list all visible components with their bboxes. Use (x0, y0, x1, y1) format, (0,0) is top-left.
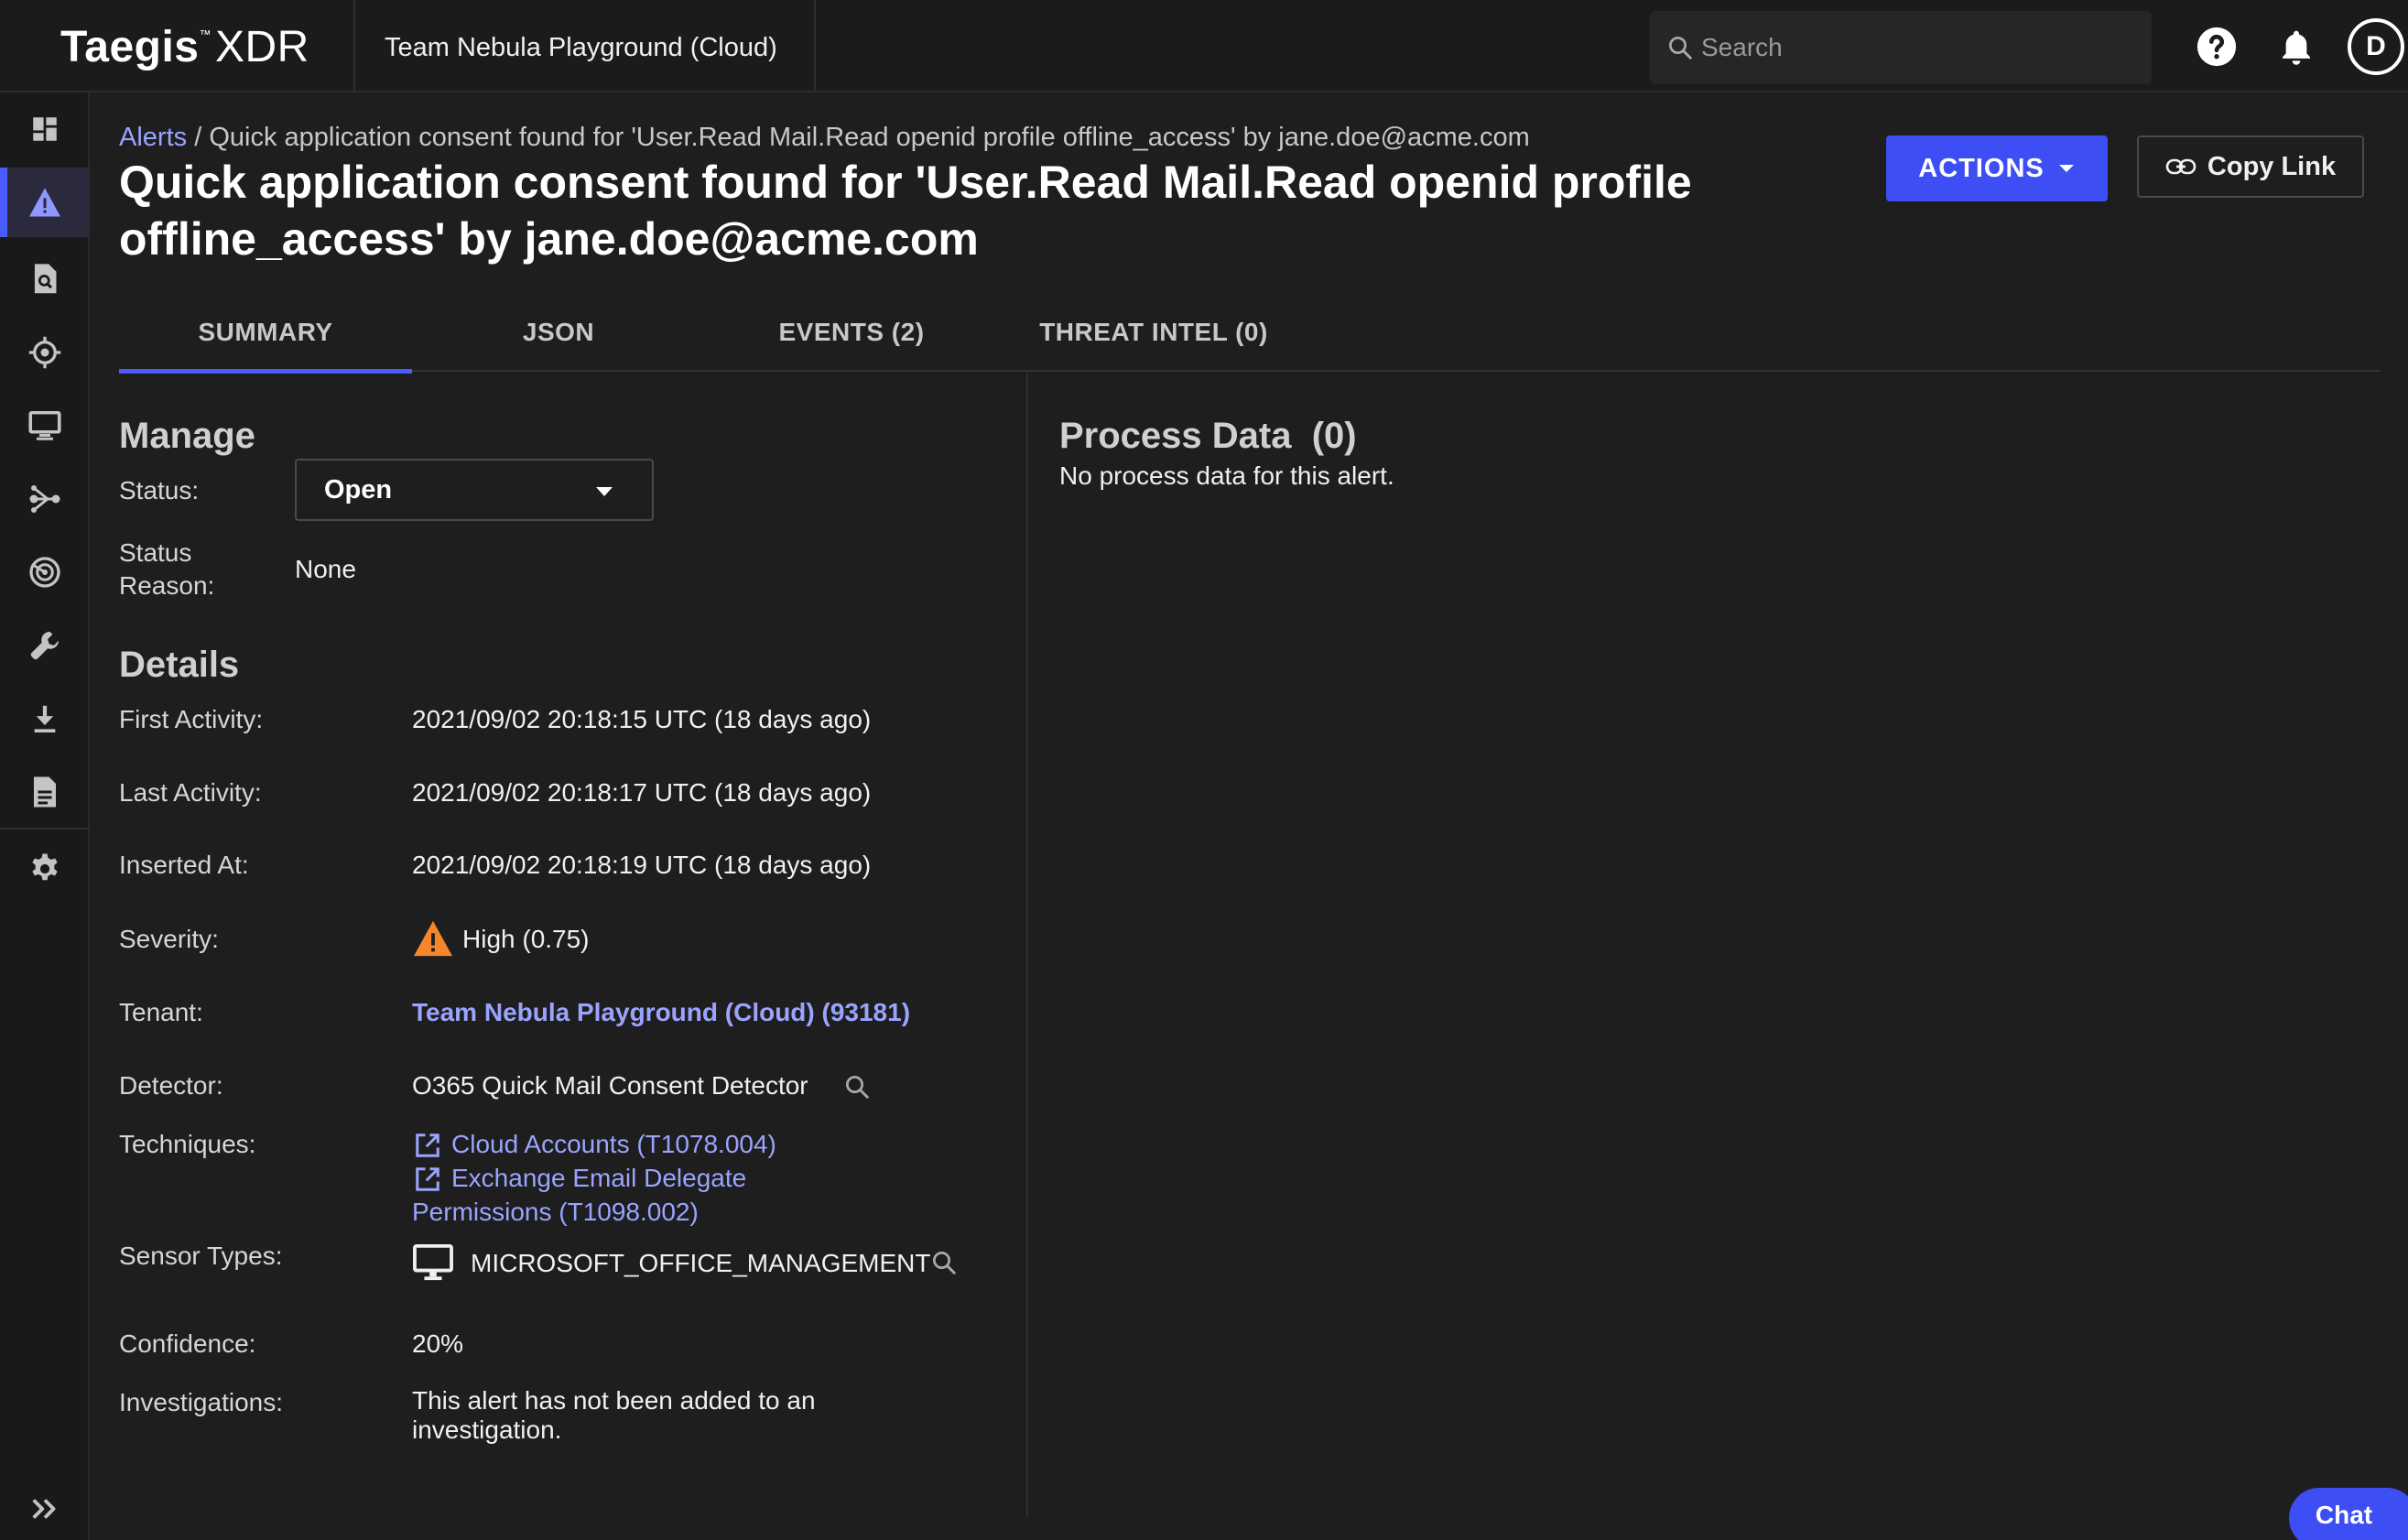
sensor-type-value: MICROSOFT_OFFICE_MANAGEMENT (471, 1249, 931, 1277)
page-title: Quick application consent found for 'Use… (119, 157, 1692, 265)
last-activity-value: 2021/09/02 20:18:17 UTC (18 days ago) (412, 778, 872, 807)
techniques-label: Techniques: (119, 1130, 256, 1158)
technique-exchange-delegate-link[interactable]: Exchange Email Delegate (451, 1162, 746, 1195)
link-icon (2165, 158, 2196, 175)
breadcrumb-current: Quick application consent found for 'Use… (209, 123, 1530, 152)
wrench-icon (30, 632, 60, 660)
actions-button[interactable]: ACTIONS (1886, 136, 2108, 201)
expand-nav-chevrons-icon[interactable] (31, 1496, 59, 1522)
search-input[interactable] (1701, 27, 2131, 68)
brand-logo[interactable]: Taegis™XDR (60, 22, 309, 72)
nav-alerts[interactable] (0, 168, 90, 237)
dashboard-icon (33, 117, 57, 141)
download-icon (34, 705, 56, 733)
tenant-switcher[interactable]: Team Nebula Playground (Cloud) (385, 33, 777, 63)
nav-dashboard[interactable] (0, 94, 90, 164)
breadcrumb-separator: / (187, 123, 210, 152)
confidence-value: 20% (412, 1329, 464, 1358)
alert-triangle-icon (29, 188, 60, 217)
breadcrumb: Alerts / Quick application consent found… (119, 123, 1530, 153)
nav-automations[interactable] (0, 464, 90, 534)
external-link-icon (416, 1167, 439, 1191)
search-icon[interactable] (843, 1073, 871, 1101)
nav-threat-hunting[interactable] (0, 318, 90, 387)
caret-down-icon (2058, 165, 2074, 172)
inserted-at-value: 2021/09/02 20:18:19 UTC (18 days ago) (412, 851, 872, 879)
user-avatar[interactable]: D (2348, 18, 2404, 75)
status-select[interactable]: Open (295, 459, 654, 521)
copy-link-button[interactable]: Copy Link (2137, 136, 2364, 198)
process-data-heading: Process Data (0) (1059, 416, 1357, 456)
first-activity-label: First Activity: (119, 705, 264, 733)
nav-intelligence[interactable] (0, 537, 90, 607)
alert-tabs: SUMMARY JSON EVENTS (2) THREAT INTEL (0) (119, 293, 2381, 374)
investigations-label: Investigations: (119, 1388, 283, 1416)
tab-events[interactable]: EVENTS (2) (705, 293, 998, 372)
document-search-icon (34, 264, 57, 294)
inserted-at-label: Inserted At: (119, 851, 249, 879)
technique-cloud-accounts-link[interactable]: Cloud Accounts (T1078.004) (451, 1128, 776, 1161)
breadcrumb-alerts-link[interactable]: Alerts (119, 123, 187, 152)
nav-tools[interactable] (0, 611, 90, 680)
external-link-icon (416, 1133, 439, 1157)
nav-reports[interactable] (0, 757, 90, 827)
crosshair-target-icon (28, 336, 61, 369)
tenant-link[interactable]: Team Nebula Playground (Cloud) (93181) (412, 996, 910, 1029)
detector-label: Detector: (119, 1071, 223, 1100)
side-navigation (0, 92, 90, 1540)
severity-label: Severity: (119, 925, 219, 953)
status-label: Status: (119, 476, 200, 504)
help-icon[interactable] (2196, 26, 2238, 68)
notifications-bell-icon[interactable] (2276, 26, 2316, 68)
nav-downloads[interactable] (0, 684, 90, 754)
global-search[interactable] (1650, 11, 2152, 84)
status-reason-label-line2: Reason: (119, 571, 215, 600)
actions-button-label: ACTIONS (1918, 153, 2045, 183)
caret-down-icon (596, 487, 613, 496)
investigations-value-line1: This alert has not been added to an (412, 1386, 816, 1415)
tab-threat-intel[interactable]: THREAT INTEL (0) (998, 293, 1309, 372)
status-reason-label-line1: Status (119, 538, 192, 567)
tenant-label: Tenant: (119, 998, 203, 1026)
monitor-icon (28, 410, 61, 440)
detector-value: O365 Quick Mail Consent Detector (412, 1071, 808, 1100)
search-icon[interactable] (930, 1249, 958, 1276)
technique-exchange-delegate-link-line2[interactable]: Permissions (T1098.002) (412, 1196, 699, 1229)
nav-settings[interactable] (0, 834, 90, 904)
tab-json[interactable]: JSON (412, 293, 705, 372)
status-selected-value: Open (324, 474, 393, 504)
severity-warning-icon (414, 920, 452, 957)
tab-summary[interactable]: SUMMARY (119, 293, 412, 374)
header-divider (353, 0, 355, 92)
next-section-heading-clipped (119, 1511, 129, 1524)
last-activity-label: Last Activity: (119, 778, 262, 807)
confidence-label: Confidence: (119, 1329, 256, 1358)
top-header: Taegis™XDR Team Nebula Playground (Cloud… (0, 0, 2408, 92)
nav-investigations[interactable] (0, 244, 90, 314)
severity-value: High (0.75) (462, 925, 590, 953)
workflow-branch-icon (29, 485, 60, 513)
copy-link-label: Copy Link (2207, 151, 2337, 181)
process-data-empty-message: No process data for this alert. (1059, 461, 1394, 490)
header-divider (814, 0, 816, 92)
gear-icon (32, 853, 58, 881)
status-reason-value: None (295, 555, 356, 583)
search-icon (1669, 37, 1692, 60)
sensor-types-label: Sensor Types: (119, 1242, 283, 1270)
manage-heading: Manage (119, 416, 255, 456)
monitor-icon (413, 1243, 453, 1281)
report-document-icon (34, 776, 56, 808)
nav-divider (0, 828, 90, 830)
radar-icon (29, 557, 60, 588)
details-heading: Details (119, 645, 240, 685)
nav-endpoints[interactable] (0, 391, 90, 461)
investigations-value-line2: investigation. (412, 1415, 562, 1444)
first-activity-value: 2021/09/02 20:18:15 UTC (18 days ago) (412, 705, 872, 733)
column-divider (1026, 373, 1028, 1517)
chat-button[interactable]: Chat (2289, 1488, 2408, 1540)
